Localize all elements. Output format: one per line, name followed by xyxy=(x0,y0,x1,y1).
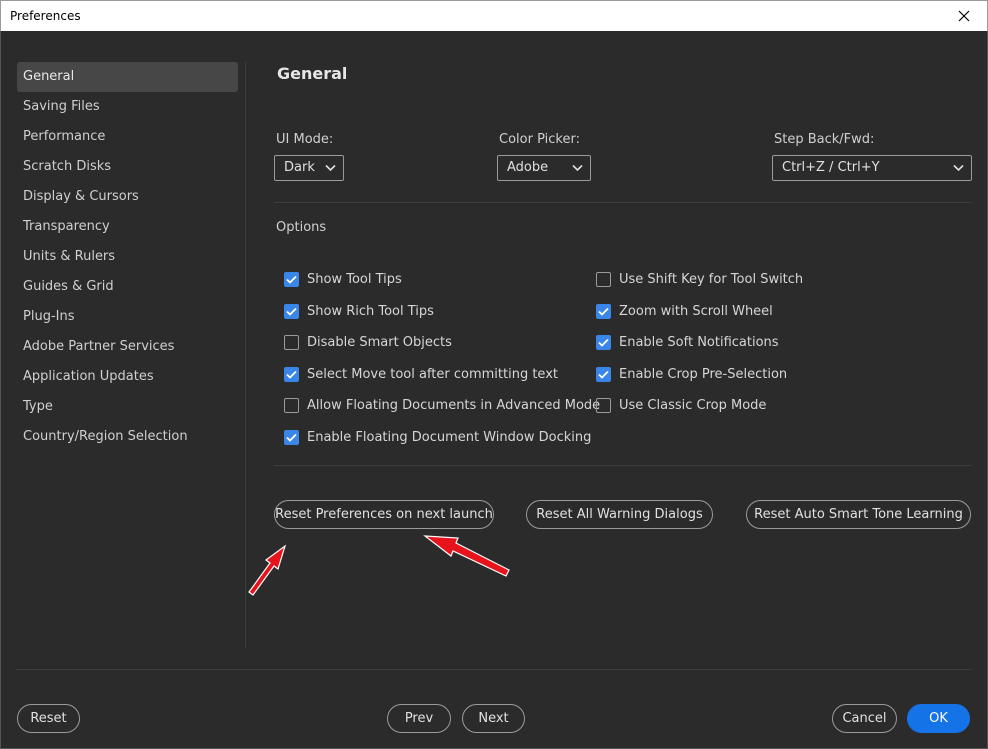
option-label: Use Shift Key for Tool Switch xyxy=(619,271,804,287)
sidebar: General Saving Files Performance Scratch… xyxy=(17,62,238,452)
color-picker-value: Adobe xyxy=(507,160,549,175)
sidebar-item-units-rulers[interactable]: Units & Rulers xyxy=(17,242,238,272)
page-title: General xyxy=(277,64,348,83)
option-label: Enable Crop Pre-Selection xyxy=(619,366,788,382)
option-allow-floating-documents[interactable]: Allow Floating Documents in Advanced Mod… xyxy=(284,395,600,415)
sidebar-item-plug-ins[interactable]: Plug-Ins xyxy=(17,302,238,332)
option-show-tool-tips[interactable]: Show Tool Tips xyxy=(284,269,402,289)
color-picker-select[interactable]: Adobe xyxy=(497,155,591,181)
ok-button[interactable]: OK xyxy=(907,704,970,733)
reset-preferences-button[interactable]: Reset Preferences on next launch xyxy=(274,500,494,529)
reset-smart-tone-button[interactable]: Reset Auto Smart Tone Learning xyxy=(746,500,971,529)
prev-button[interactable]: Prev xyxy=(387,704,451,733)
cancel-button[interactable]: Cancel xyxy=(832,704,897,733)
chevron-down-icon xyxy=(572,164,583,172)
checkbox-unchecked[interactable] xyxy=(596,271,611,287)
option-use-shift-key[interactable]: Use Shift Key for Tool Switch xyxy=(596,269,803,289)
checkbox-checked[interactable] xyxy=(284,429,299,445)
check-icon xyxy=(598,307,609,316)
sidebar-item-saving-files[interactable]: Saving Files xyxy=(17,92,238,122)
checkbox-checked[interactable] xyxy=(596,334,611,350)
color-picker-label: Color Picker: xyxy=(499,132,580,147)
section-divider xyxy=(274,465,972,466)
sidebar-item-adobe-partner-services[interactable]: Adobe Partner Services xyxy=(17,332,238,362)
sidebar-item-application-updates[interactable]: Application Updates xyxy=(17,362,238,392)
check-icon xyxy=(286,275,297,284)
option-enable-crop-preselection[interactable]: Enable Crop Pre-Selection xyxy=(596,364,787,384)
ui-mode-select[interactable]: Dark xyxy=(274,155,344,181)
chevron-down-icon xyxy=(325,164,336,172)
sidebar-item-general[interactable]: General xyxy=(17,62,238,92)
checkbox-checked[interactable] xyxy=(284,303,299,319)
option-label: Use Classic Crop Mode xyxy=(619,397,767,413)
next-button[interactable]: Next xyxy=(462,704,525,733)
option-label: Zoom with Scroll Wheel xyxy=(619,303,773,319)
option-use-classic-crop[interactable]: Use Classic Crop Mode xyxy=(596,395,766,415)
option-label: Show Rich Tool Tips xyxy=(307,303,434,319)
sidebar-item-performance[interactable]: Performance xyxy=(17,122,238,152)
option-label: Show Tool Tips xyxy=(307,271,402,287)
checkbox-unchecked[interactable] xyxy=(284,334,299,350)
sidebar-item-scratch-disks[interactable]: Scratch Disks xyxy=(17,152,238,182)
close-button[interactable] xyxy=(941,1,987,31)
window-title: Preferences xyxy=(10,9,81,23)
option-disable-smart-objects[interactable]: Disable Smart Objects xyxy=(284,332,452,352)
reset-warning-dialogs-button[interactable]: Reset All Warning Dialogs xyxy=(526,500,713,529)
reset-button[interactable]: Reset xyxy=(17,704,80,733)
checkbox-checked[interactable] xyxy=(284,271,299,287)
sidebar-divider xyxy=(245,62,246,648)
check-icon xyxy=(286,433,297,442)
checkbox-checked[interactable] xyxy=(596,366,611,382)
options-label: Options xyxy=(276,220,327,235)
step-back-value: Ctrl+Z / Ctrl+Y xyxy=(782,160,880,175)
option-zoom-scroll-wheel[interactable]: Zoom with Scroll Wheel xyxy=(596,301,773,321)
sidebar-item-guides-grid[interactable]: Guides & Grid xyxy=(17,272,238,302)
option-select-move-tool[interactable]: Select Move tool after committing text xyxy=(284,364,558,384)
checkbox-checked[interactable] xyxy=(284,366,299,382)
chevron-down-icon xyxy=(953,164,964,172)
option-enable-soft-notifications[interactable]: Enable Soft Notifications xyxy=(596,332,779,352)
checkbox-unchecked[interactable] xyxy=(596,397,611,413)
checkbox-unchecked[interactable] xyxy=(284,397,299,413)
sidebar-item-transparency[interactable]: Transparency xyxy=(17,212,238,242)
sidebar-item-type[interactable]: Type xyxy=(17,392,238,422)
ui-mode-value: Dark xyxy=(284,160,315,175)
sidebar-item-display-cursors[interactable]: Display & Cursors xyxy=(17,182,238,212)
option-label: Disable Smart Objects xyxy=(307,334,452,350)
step-back-label: Step Back/Fwd: xyxy=(774,132,875,147)
option-label: Select Move tool after committing text xyxy=(307,366,558,382)
check-icon xyxy=(598,370,609,379)
close-icon xyxy=(958,10,970,22)
ui-mode-label: UI Mode: xyxy=(276,132,334,147)
check-icon xyxy=(598,338,609,347)
step-back-select[interactable]: Ctrl+Z / Ctrl+Y xyxy=(772,155,972,181)
section-divider xyxy=(274,202,972,203)
checkbox-checked[interactable] xyxy=(596,303,611,319)
check-icon xyxy=(286,307,297,316)
sidebar-item-country-region[interactable]: Country/Region Selection xyxy=(17,422,238,452)
option-label: Enable Floating Document Window Docking xyxy=(307,429,592,445)
option-enable-floating-docking[interactable]: Enable Floating Document Window Docking xyxy=(284,427,591,447)
option-label: Enable Soft Notifications xyxy=(619,334,779,350)
check-icon xyxy=(286,370,297,379)
option-label: Allow Floating Documents in Advanced Mod… xyxy=(307,397,601,413)
footer-divider xyxy=(16,669,972,670)
title-bar: Preferences xyxy=(0,0,988,31)
option-show-rich-tool-tips[interactable]: Show Rich Tool Tips xyxy=(284,301,434,321)
